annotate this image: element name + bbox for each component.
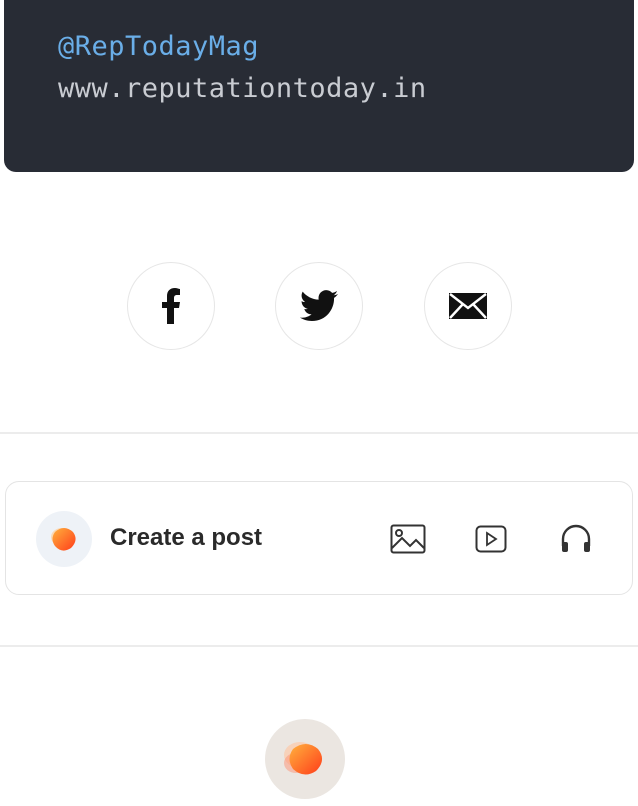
facebook-icon: [162, 288, 180, 324]
code-snippet-card: @RepTodayMag www.reputationtoday.in: [4, 0, 634, 172]
share-buttons: [0, 262, 638, 350]
image-icon: [390, 524, 426, 554]
author-avatar[interactable]: [265, 719, 345, 799]
share-facebook-button[interactable]: [127, 262, 215, 350]
divider-bottom: [0, 645, 638, 647]
create-post-box[interactable]: Create a post: [5, 481, 633, 595]
video-icon: [475, 525, 507, 553]
create-post-label[interactable]: Create a post: [110, 524, 262, 552]
brand-logo-icon: [51, 528, 76, 551]
mail-icon: [449, 293, 487, 319]
share-twitter-button[interactable]: [275, 262, 363, 350]
add-video-button[interactable]: [472, 521, 510, 557]
add-image-button[interactable]: [389, 521, 427, 557]
avatar: [36, 511, 92, 567]
website-url: www.reputationtoday.in: [58, 73, 427, 104]
brand-logo-icon: [284, 742, 323, 775]
divider-top: [0, 432, 638, 434]
headphones-icon: [561, 524, 591, 552]
share-email-button[interactable]: [424, 262, 512, 350]
add-audio-button[interactable]: [557, 521, 595, 557]
twitter-handle: @RepTodayMag: [58, 31, 260, 62]
twitter-icon: [300, 290, 338, 322]
